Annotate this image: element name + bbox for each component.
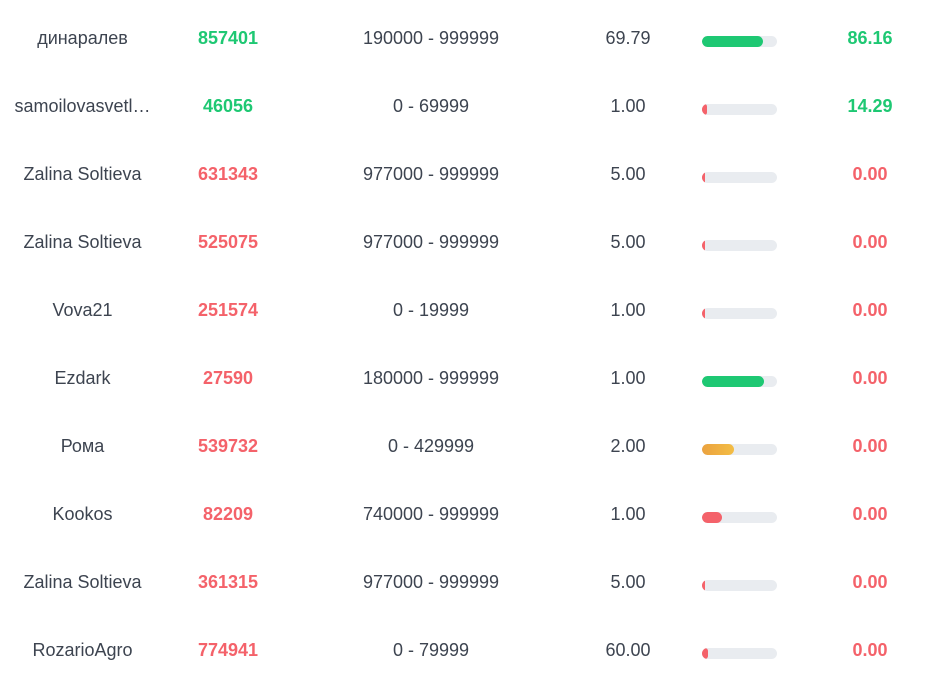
chance-bar-fill xyxy=(702,172,705,183)
chance-bar-track xyxy=(702,172,777,183)
table-row: samoilovasvetl… 46056 0 - 69999 1.00 14.29 xyxy=(0,72,939,140)
bet-multiplier: 5.00 xyxy=(610,164,646,184)
username[interactable]: Рома xyxy=(10,412,155,480)
bet-id[interactable]: 27590 xyxy=(178,344,278,412)
bet-id[interactable]: 46056 xyxy=(178,72,278,140)
username[interactable]: RozarioAgro xyxy=(10,616,155,683)
bet-multiplier: 2.00 xyxy=(610,436,646,456)
payout-value: 14.29 xyxy=(847,96,893,116)
bet-range: 180000 - 999999 xyxy=(362,368,500,388)
chance-bar xyxy=(700,140,780,208)
bet-id[interactable]: 82209 xyxy=(178,480,278,548)
chance-bar-fill xyxy=(702,36,763,47)
bet-id[interactable]: 631343 xyxy=(178,140,278,208)
bet-id[interactable]: 525075 xyxy=(178,208,278,276)
table-row: динаралев 857401 190000 - 999999 69.79 86.16 xyxy=(0,4,939,72)
chance-bar-fill xyxy=(702,512,722,523)
chance-bar-fill xyxy=(702,648,708,659)
bet-range: 740000 - 999999 xyxy=(362,504,500,524)
username[interactable]: samoilovasvetl… xyxy=(10,72,155,140)
chance-bar-fill xyxy=(702,308,705,319)
bet-id[interactable]: 251574 xyxy=(178,276,278,344)
bet-multiplier: 1.00 xyxy=(610,96,646,116)
bet-multiplier: 69.79 xyxy=(605,28,651,48)
chance-bar-fill xyxy=(702,580,705,591)
username[interactable]: Zalina Soltieva xyxy=(10,140,155,208)
bets-table: динаралев 857401 190000 - 999999 69.79 86.16… xyxy=(0,0,939,683)
bet-multiplier: 1.00 xyxy=(610,300,646,320)
chance-bar-track xyxy=(702,512,777,523)
chance-bar-track xyxy=(702,104,777,115)
username[interactable]: Kookos xyxy=(10,480,155,548)
chance-bar-fill xyxy=(702,376,764,387)
payout-value: 0.00 xyxy=(852,232,888,252)
bet-multiplier: 60.00 xyxy=(605,640,651,660)
bet-id[interactable]: 361315 xyxy=(178,548,278,616)
bet-id[interactable]: 539732 xyxy=(178,412,278,480)
table-row: Zalina Soltieva 631343 977000 - 999999 5.00… xyxy=(0,140,939,208)
bet-multiplier: 1.00 xyxy=(610,504,646,524)
payout-value: 0.00 xyxy=(852,300,888,320)
bet-range: 977000 - 999999 xyxy=(362,232,500,252)
table-row: Рома 539732 0 - 429999 2.00 0.00 xyxy=(0,412,939,480)
payout-value: 0.00 xyxy=(852,368,888,388)
username[interactable]: динаралев xyxy=(10,4,155,72)
username[interactable]: Vova21 xyxy=(10,276,155,344)
payout-value: 0.00 xyxy=(852,164,888,184)
bet-range: 190000 - 999999 xyxy=(362,28,500,48)
chance-bar-fill xyxy=(702,104,707,115)
bet-range: 977000 - 999999 xyxy=(362,572,500,592)
chance-bar-track xyxy=(702,580,777,591)
table-row: Zalina Soltieva 361315 977000 - 999999 5.00… xyxy=(0,548,939,616)
chance-bar-fill xyxy=(702,240,705,251)
payout-value: 0.00 xyxy=(852,640,888,660)
chance-bar xyxy=(700,208,780,276)
chance-bar xyxy=(700,412,780,480)
bet-range: 0 - 429999 xyxy=(387,436,475,456)
bet-range: 0 - 19999 xyxy=(392,300,470,320)
payout-value: 86.16 xyxy=(847,28,893,48)
payout-value: 0.00 xyxy=(852,504,888,524)
bet-id[interactable]: 857401 xyxy=(178,4,278,72)
chance-bar-track xyxy=(702,308,777,319)
username[interactable]: Zalina Soltieva xyxy=(10,548,155,616)
chance-bar xyxy=(700,548,780,616)
payout-value: 0.00 xyxy=(852,572,888,592)
chance-bar-track xyxy=(702,36,777,47)
chance-bar-fill xyxy=(702,444,734,455)
chance-bar-track xyxy=(702,648,777,659)
chance-bar xyxy=(700,480,780,548)
bet-multiplier: 5.00 xyxy=(610,232,646,252)
chance-bar xyxy=(700,344,780,412)
table-row: Zalina Soltieva 525075 977000 - 999999 5.00… xyxy=(0,208,939,276)
chance-bar xyxy=(700,4,780,72)
bet-range: 0 - 69999 xyxy=(392,96,470,116)
table-row: Kookos 82209 740000 - 999999 1.00 0.00 xyxy=(0,480,939,548)
payout-value: 0.00 xyxy=(852,436,888,456)
bet-range: 0 - 79999 xyxy=(392,640,470,660)
username[interactable]: Ezdark xyxy=(10,344,155,412)
table-row: Vova21 251574 0 - 19999 1.00 0.00 xyxy=(0,276,939,344)
bet-multiplier: 5.00 xyxy=(610,572,646,592)
bet-multiplier: 1.00 xyxy=(610,368,646,388)
table-row: Ezdark 27590 180000 - 999999 1.00 0.00 xyxy=(0,344,939,412)
chance-bar-track xyxy=(702,240,777,251)
chance-bar-track xyxy=(702,444,777,455)
chance-bar xyxy=(700,72,780,140)
chance-bar xyxy=(700,276,780,344)
chance-bar xyxy=(700,616,780,683)
username[interactable]: Zalina Soltieva xyxy=(10,208,155,276)
table-row: RozarioAgro 774941 0 - 79999 60.00 0.00 xyxy=(0,616,939,683)
bet-range: 977000 - 999999 xyxy=(362,164,500,184)
bet-id[interactable]: 774941 xyxy=(178,616,278,683)
chance-bar-track xyxy=(702,376,777,387)
